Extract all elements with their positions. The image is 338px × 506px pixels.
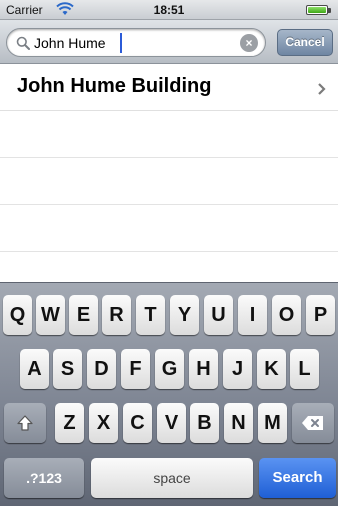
key-g[interactable]: G xyxy=(155,349,184,389)
key-x[interactable]: X xyxy=(89,403,118,443)
key-k[interactable]: K xyxy=(257,349,286,389)
search-bar: × Cancel xyxy=(0,20,338,64)
key-j[interactable]: J xyxy=(223,349,252,389)
search-icon xyxy=(16,36,30,50)
search-key[interactable]: Search xyxy=(259,458,336,498)
key-y[interactable]: Y xyxy=(170,295,199,335)
delete-icon xyxy=(302,416,323,430)
search-input[interactable] xyxy=(34,34,234,52)
result-row[interactable]: John Hume Building xyxy=(0,65,338,111)
key-m[interactable]: M xyxy=(258,403,287,443)
empty-row xyxy=(0,205,338,252)
key-s[interactable]: S xyxy=(53,349,82,389)
key-r[interactable]: R xyxy=(102,295,131,335)
battery-icon xyxy=(306,5,331,15)
shift-icon xyxy=(17,415,33,431)
keyboard: Q W E R T Y U I O P A S D F G H J K L Z … xyxy=(0,282,338,506)
numbers-key[interactable]: .?123 xyxy=(4,458,84,498)
key-q[interactable]: Q xyxy=(3,295,32,335)
search-field[interactable]: × xyxy=(6,28,266,57)
delete-key[interactable] xyxy=(292,403,334,443)
empty-row xyxy=(0,158,338,205)
text-caret xyxy=(120,33,122,53)
key-u[interactable]: U xyxy=(204,295,233,335)
status-bar: Carrier 18:51 xyxy=(0,0,338,20)
key-l[interactable]: L xyxy=(290,349,319,389)
clock: 18:51 xyxy=(153,3,185,17)
key-z[interactable]: Z xyxy=(55,403,84,443)
key-v[interactable]: V xyxy=(157,403,186,443)
shift-key[interactable] xyxy=(4,403,46,443)
empty-row xyxy=(0,111,338,158)
key-e[interactable]: E xyxy=(69,295,98,335)
key-i[interactable]: I xyxy=(238,295,267,335)
result-title: John Hume Building xyxy=(17,75,212,97)
results-list: John Hume Building xyxy=(0,65,338,252)
key-n[interactable]: N xyxy=(224,403,253,443)
key-c[interactable]: C xyxy=(123,403,152,443)
key-d[interactable]: D xyxy=(87,349,116,389)
clear-icon[interactable]: × xyxy=(240,34,258,52)
key-b[interactable]: B xyxy=(190,403,219,443)
cancel-button[interactable]: Cancel xyxy=(277,29,333,56)
key-w[interactable]: W xyxy=(36,295,65,335)
key-o[interactable]: O xyxy=(272,295,301,335)
key-f[interactable]: F xyxy=(121,349,150,389)
space-key[interactable]: space xyxy=(91,458,253,498)
chevron-right-icon xyxy=(318,83,326,95)
key-p[interactable]: P xyxy=(306,295,335,335)
key-a[interactable]: A xyxy=(20,349,49,389)
key-h[interactable]: H xyxy=(189,349,218,389)
key-t[interactable]: T xyxy=(136,295,165,335)
